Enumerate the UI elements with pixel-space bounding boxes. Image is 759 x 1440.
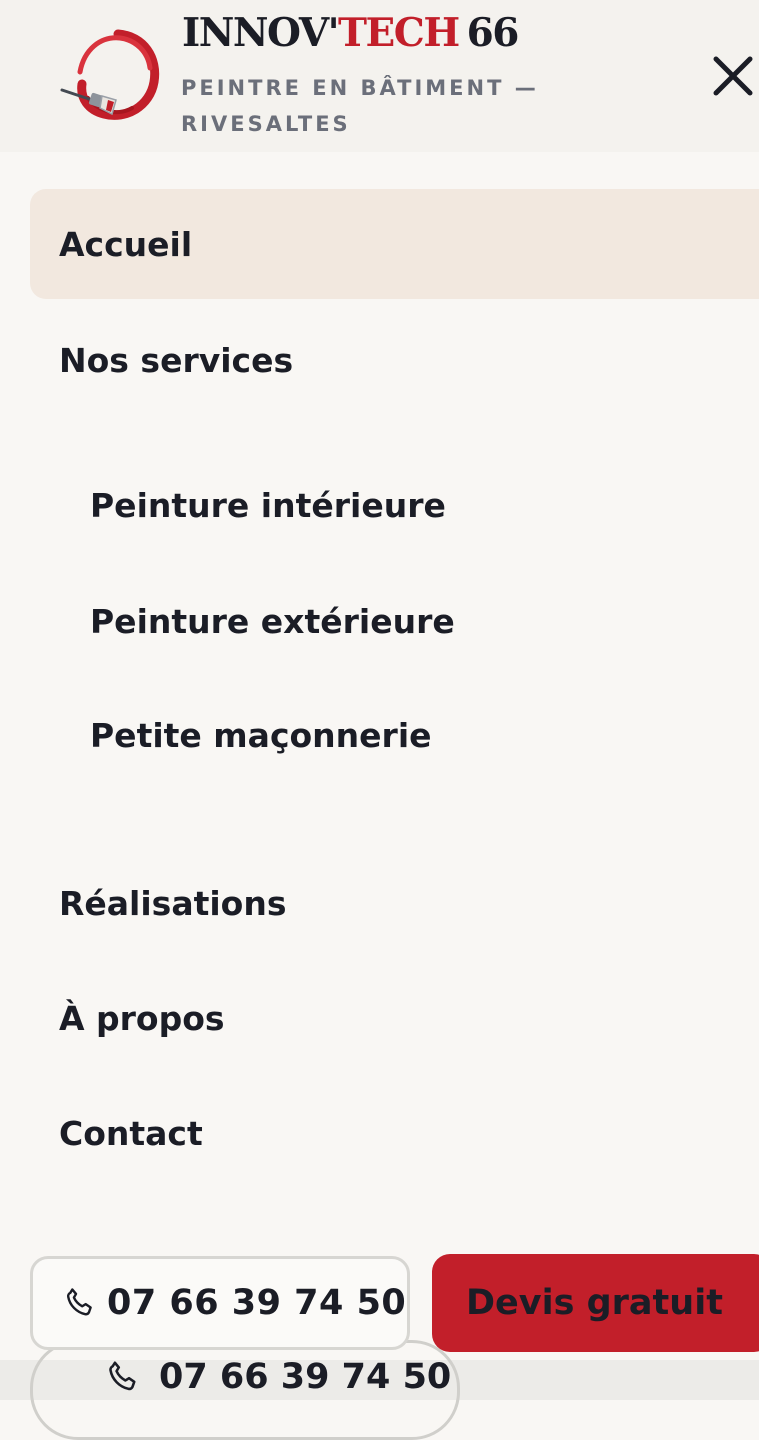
nav-item-realisations[interactable]: Réalisations [30, 848, 759, 958]
brand-name-accent: TECH [338, 10, 460, 56]
nav-item-a-propos[interactable]: À propos [30, 963, 759, 1073]
nav-subitem-petite-maconnerie[interactable]: Petite maçonnerie [30, 680, 759, 790]
brand-name-part: INNOV' [182, 10, 340, 56]
nav-item-nos-services[interactable]: Nos services [30, 305, 759, 415]
free-quote-button[interactable]: Devis gratuit [432, 1254, 759, 1352]
nav-item-accueil[interactable]: Accueil [30, 189, 759, 299]
brand-tagline: PEINTRE EN BÂTIMENT — RIVESALTES [181, 76, 539, 136]
phone-number-label: 07 66 39 74 50 [107, 1283, 407, 1323]
paint-brush-swirl-logo-icon[interactable] [58, 28, 162, 124]
nav-subitem-peinture-exterieure[interactable]: Peinture extérieure [30, 566, 759, 676]
nav-item-contact[interactable]: Contact [30, 1078, 759, 1188]
nav-subitem-peinture-interieure[interactable]: Peinture intérieure [30, 450, 759, 560]
phone-icon [109, 1361, 136, 1391]
brand-name-number: 66 [466, 10, 520, 56]
mobile-menu-header: INNOV'TECH 66 PEINTRE EN BÂTIMENT — RIVES… [0, 0, 759, 152]
background-phone-number: 07 66 39 74 50 [159, 1357, 452, 1397]
phone-icon [66, 1288, 92, 1316]
call-phone-button[interactable]: 07 66 39 74 50 [30, 1256, 410, 1350]
brand-name[interactable]: INNOV'TECH 66 [182, 10, 520, 56]
background-phone-button: 07 66 39 74 50 [30, 1340, 460, 1440]
close-icon[interactable] [706, 50, 759, 104]
